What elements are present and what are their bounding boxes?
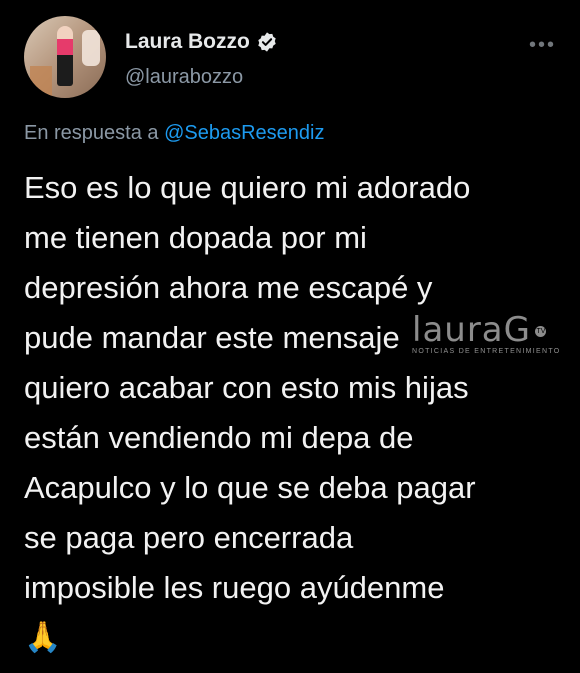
tweet-line: Eso es lo que quiero mi adorado (24, 170, 471, 205)
watermark-logo: lauraG (412, 310, 531, 350)
tweet-line: están vendiendo mi depa de (24, 420, 414, 455)
author-name[interactable]: Laura Bozzo (125, 30, 250, 54)
tweet-line: depresión ahora me escapé y (24, 270, 433, 305)
avatar-background (82, 30, 100, 66)
tweet-line: se paga pero encerrada (24, 520, 354, 555)
folded-hands-icon: 🙏 (24, 621, 62, 654)
avatar-shelf (30, 66, 52, 96)
tweet-line: Acapulco y lo que se deba pagar (24, 470, 476, 505)
reply-prefix: En respuesta a (24, 122, 159, 144)
watermark-tv-badge: TV (535, 326, 547, 337)
tweet-line: me tienen dopada por mi (24, 220, 367, 255)
more-options-icon[interactable]: ••• (529, 34, 556, 57)
watermark-subtitle: NOTICIAS DE ENTRETENIMIENTO (412, 348, 561, 355)
tweet-line: imposible les ruego ayúdenme (24, 570, 445, 605)
tweet-line: quiero acabar con esto mis hijas (24, 370, 469, 405)
reply-context: En respuesta a @SebasResendiz (24, 122, 324, 145)
tweet-body: Eso es lo que quiero mi adorado me tiene… (24, 163, 564, 663)
verified-badge-icon (258, 32, 276, 52)
author-name-row: Laura Bozzo (125, 30, 278, 54)
avatar-figure (57, 26, 73, 86)
watermark: lauraG TV NOTICIAS DE ENTRETENIMIENTO (412, 310, 572, 355)
author-avatar[interactable] (24, 16, 106, 98)
author-handle[interactable]: @laurabozzo (125, 66, 243, 89)
reply-handle-link[interactable]: @SebasResendiz (164, 122, 324, 144)
